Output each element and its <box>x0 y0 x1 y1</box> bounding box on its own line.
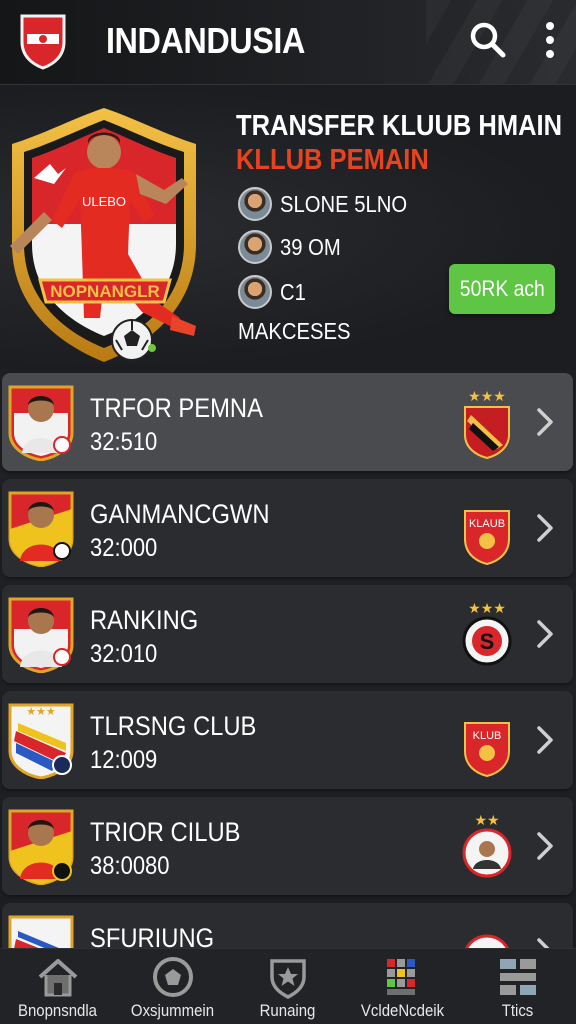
primary-action-button[interactable]: 50RK ach <box>449 264 555 314</box>
list-item[interactable]: GANMANCGWN 32:000 KLAUB <box>2 479 573 577</box>
list-item-title: TRIOR CILUB <box>90 817 241 847</box>
list-item[interactable]: TRIOR CILUB 38:0080 ★★ <box>2 797 573 895</box>
nav-label: Runaing <box>259 1001 316 1020</box>
list-item-value: 32:000 <box>90 534 158 562</box>
player-crest-image: ULEBO NOPNANGLR <box>10 108 196 362</box>
list-item-title: TRFOR PEMNA <box>90 393 263 423</box>
club-badge-icon: KLUB <box>464 722 510 777</box>
list-item-title: RANKING <box>90 605 199 635</box>
bottom-navigation: Bnopnsndla Oxsjummein Runaing VcldeΝcdei… <box>0 948 576 1024</box>
club-badge-text: KLUB <box>473 730 502 742</box>
list-item[interactable]: ★★★ TLRSNG CLUB 12:009 KLUB <box>2 691 573 789</box>
club-badge-text: KLAUB <box>469 518 505 530</box>
stat-label: SLONE 5LNO <box>280 190 408 217</box>
chevron-right-icon <box>537 408 553 436</box>
hero-heading: TRANSFER KLUUB HMAIN <box>236 110 563 142</box>
home-icon <box>38 959 78 997</box>
shield-star-icon <box>270 959 306 999</box>
nav-item-tactics[interactable]: Ttics <box>460 949 575 1024</box>
player-avatar <box>238 275 272 309</box>
app-title: INDANDUSIA <box>106 20 305 61</box>
player-avatar <box>238 187 272 221</box>
nav-label: Ttics <box>501 1001 534 1020</box>
list-item-value: 32:510 <box>90 428 158 456</box>
more-options-icon[interactable] <box>538 18 562 62</box>
featured-transfer-panel: ULEBO NOPNANGLR TRANSFER KLUUB HMAIN KLL… <box>0 86 576 370</box>
svg-text:★★★: ★★★ <box>468 601 506 617</box>
club-crest-image: ★★★ <box>8 703 74 779</box>
chevron-right-icon <box>537 832 553 860</box>
stat-label: 39 OM <box>280 233 341 260</box>
player-portrait-image <box>8 597 74 673</box>
player-portrait-image <box>8 491 74 567</box>
player-portrait-image <box>8 385 74 461</box>
action-button-label: 50RK ach <box>459 276 545 301</box>
player-portrait-image <box>8 809 74 885</box>
list-item-title: GANMANCGWN <box>90 499 270 529</box>
nav-item-matches[interactable]: Oxsjummein <box>115 949 230 1024</box>
chevron-right-icon <box>537 620 553 648</box>
list-item[interactable]: RANKING 32:010 ★★★ S <box>2 585 573 683</box>
svg-text:★★★: ★★★ <box>468 389 506 405</box>
svg-text:S: S <box>480 629 495 654</box>
club-badge-icon: KLAUB <box>464 510 510 565</box>
chevron-right-icon <box>537 726 553 754</box>
stat-row-3: C1 <box>238 274 309 310</box>
list-item[interactable]: TRFOR PEMNA 32:510 ★★★ <box>2 373 573 471</box>
stat-label: MAKCESES <box>238 318 351 344</box>
nav-item-video[interactable]: VcldeΝcdeik <box>345 949 460 1024</box>
nav-item-ranking[interactable]: Runaing <box>230 949 345 1024</box>
top-app-bar: INDANDUSIA <box>0 0 576 85</box>
list-item-title: TLRSNG CLUB <box>90 711 257 741</box>
nav-label: VcldeΝcdeik <box>360 1001 445 1020</box>
club-badge-icon: ★★ <box>462 813 512 878</box>
tactics-board-icon <box>500 959 536 995</box>
hero-subheading: KLLUB PEMAIN <box>236 144 429 176</box>
crest-jersey-text: ULEBO <box>82 194 126 209</box>
club-badge-icon: ★★★ <box>464 389 510 459</box>
football-icon <box>153 957 193 997</box>
svg-text:★★★: ★★★ <box>26 705 56 718</box>
stat-label: C1 <box>280 278 306 305</box>
stat-row-2: 39 OM <box>238 229 349 265</box>
stat-row-1: SLONE 5LNO <box>238 186 424 222</box>
list-item-value: 32:010 <box>90 640 158 668</box>
svg-text:★★: ★★ <box>474 813 499 829</box>
search-icon[interactable] <box>468 20 508 60</box>
list-item-value: 38:0080 <box>90 852 170 880</box>
nav-label: Bnopnsndla <box>17 1001 98 1020</box>
player-avatar <box>238 230 272 264</box>
list-item-value: 12:009 <box>90 746 158 774</box>
color-grid-icon <box>387 959 415 995</box>
app-screen: INDANDUSIA ULEBO NOPNANGLR TRANSFER KLUU… <box>0 0 576 1024</box>
club-badge-icon: ★★★ S <box>462 601 512 666</box>
app-logo-shield-icon <box>20 14 66 70</box>
nav-label: Oxsjummein <box>130 1001 215 1020</box>
chevron-right-icon <box>537 514 553 542</box>
crest-banner-text: NOPNANGLR <box>50 282 160 301</box>
nav-item-home[interactable]: Bnopnsndla <box>0 949 115 1024</box>
